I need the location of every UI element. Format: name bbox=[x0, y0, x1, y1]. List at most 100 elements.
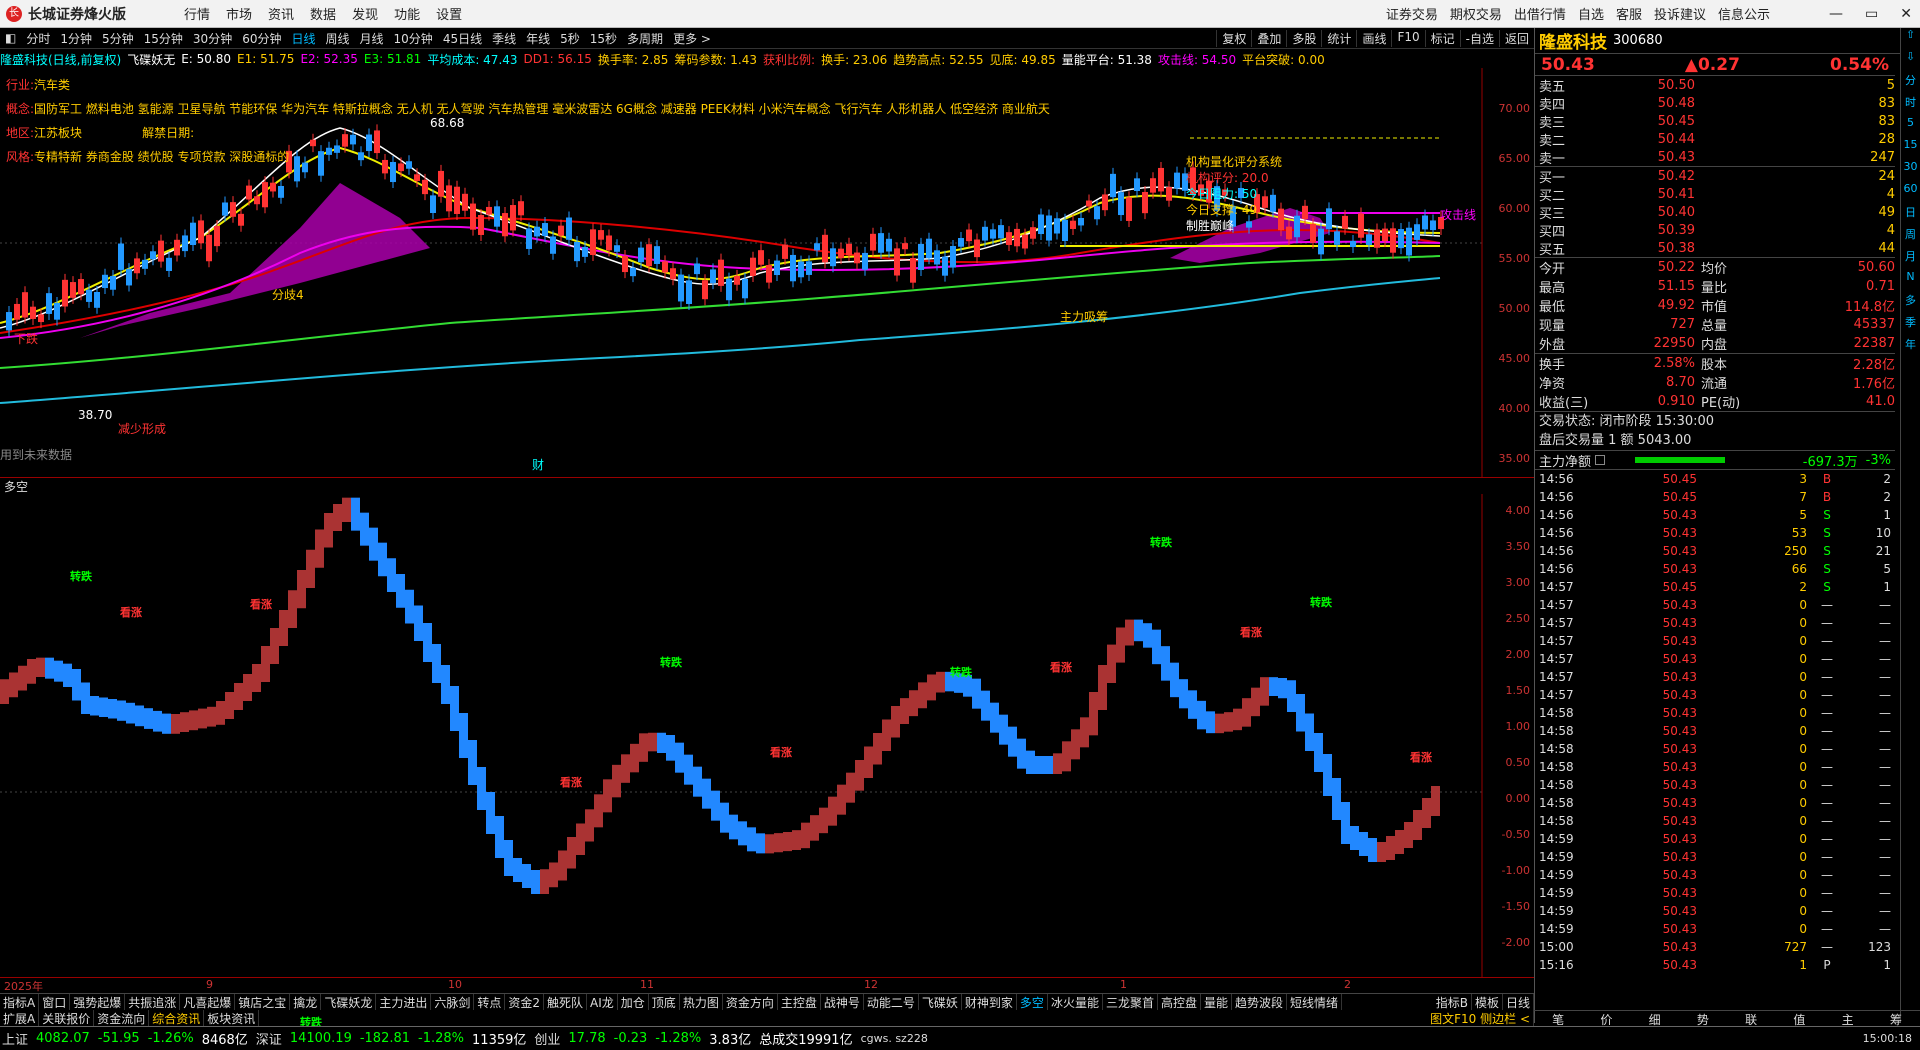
indicator-tab[interactable]: 资金方向 bbox=[723, 994, 778, 1010]
side-period-item[interactable]: ⇩ bbox=[1906, 50, 1915, 72]
indicator-tab[interactable]: 三龙聚首 bbox=[1103, 994, 1158, 1010]
period-tab[interactable]: 季线 bbox=[487, 30, 521, 47]
tool-draw[interactable]: 画线 bbox=[1356, 29, 1391, 47]
menu-stock-trade[interactable]: 证券交易 bbox=[1386, 4, 1438, 23]
indicator-name[interactable]: 飞碟妖无 bbox=[127, 51, 175, 68]
detail-tab[interactable]: 筹 bbox=[1890, 1011, 1902, 1027]
side-period-item[interactable]: 30 bbox=[1904, 160, 1918, 182]
bid-row[interactable]: 买二 50.41 4 bbox=[1535, 185, 1895, 204]
tool-adjust[interactable]: 复权 bbox=[1216, 29, 1251, 47]
menu-complaint[interactable]: 投诉建议 bbox=[1654, 4, 1706, 23]
period-tab[interactable]: 月线 bbox=[355, 30, 389, 47]
indicator-tab[interactable]: 转点 bbox=[474, 994, 506, 1010]
tool-mark[interactable]: 标记 bbox=[1424, 29, 1460, 47]
sh-label[interactable]: 上证 bbox=[2, 1029, 28, 1048]
ask-row[interactable]: 卖二 50.44 28 bbox=[1535, 130, 1895, 149]
period-tab[interactable]: 45日线 bbox=[438, 30, 487, 47]
indicator-tab-right[interactable]: 指标B bbox=[1433, 994, 1472, 1010]
period-tab[interactable]: 60分钟 bbox=[237, 30, 286, 47]
menu-news[interactable]: 资讯 bbox=[268, 4, 294, 23]
detail-tab[interactable]: 价 bbox=[1600, 1011, 1612, 1027]
side-period-item[interactable]: 多 bbox=[1905, 292, 1916, 314]
indicator-tab[interactable]: 擒龙 bbox=[290, 994, 322, 1010]
period-tab[interactable]: 10分钟 bbox=[389, 30, 438, 47]
detail-tab[interactable]: 值 bbox=[1793, 1011, 1805, 1027]
extension-tab[interactable]: 扩展A bbox=[0, 1010, 40, 1026]
extension-tab[interactable]: 资金流向 bbox=[94, 1010, 150, 1026]
period-tab[interactable]: 分时 bbox=[21, 30, 55, 47]
indicator-tab[interactable]: 飞碟妖 bbox=[919, 994, 962, 1010]
side-period-item[interactable]: 年 bbox=[1905, 336, 1916, 358]
period-tab-daily[interactable]: 日线 bbox=[286, 30, 320, 47]
menu-discover[interactable]: 发现 bbox=[352, 4, 378, 23]
indicator-tab[interactable]: 动能二号 bbox=[864, 994, 919, 1010]
detail-tab[interactable]: 主 bbox=[1842, 1011, 1854, 1027]
period-tab[interactable]: 5分钟 bbox=[97, 30, 139, 47]
menu-settings[interactable]: 设置 bbox=[436, 4, 462, 23]
menu-marketplace[interactable]: 市场 bbox=[226, 4, 252, 23]
extension-tab[interactable]: 综合资讯 bbox=[149, 1010, 205, 1026]
period-tab[interactable]: 30分钟 bbox=[188, 30, 237, 47]
side-period-item[interactable]: 周 bbox=[1905, 226, 1916, 248]
period-tab[interactable]: 多周期 bbox=[622, 30, 668, 47]
tool-stats[interactable]: 统计 bbox=[1321, 29, 1356, 47]
indicator-tab[interactable]: 量能 bbox=[1201, 994, 1232, 1010]
tool-multi[interactable]: 多股 bbox=[1286, 29, 1321, 47]
side-period-item[interactable]: 月 bbox=[1905, 248, 1916, 270]
close-button[interactable]: ✕ bbox=[1900, 6, 1912, 22]
period-tab[interactable]: 周线 bbox=[321, 30, 355, 47]
indicator-tab[interactable]: AI龙 bbox=[587, 994, 618, 1010]
indicator-tab[interactable]: 战神号 bbox=[821, 994, 864, 1010]
indicator-tab[interactable]: 趋势波段 bbox=[1232, 994, 1288, 1010]
indicator-tab[interactable]: 财神到家 bbox=[962, 994, 1017, 1010]
menu-service[interactable]: 客服 bbox=[1616, 4, 1642, 23]
detail-tab[interactable]: 笔 bbox=[1552, 1011, 1564, 1027]
indicator-tab[interactable]: 凡喜起爆 bbox=[180, 994, 236, 1010]
side-panel-toggle[interactable]: 图文F10 侧边栏 < bbox=[1427, 1010, 1534, 1026]
indicator-tab[interactable]: 高控盘 bbox=[1158, 994, 1201, 1010]
menu-disclosure[interactable]: 信息公示 bbox=[1718, 4, 1770, 23]
indicator-tab-right[interactable]: 模板 bbox=[1472, 994, 1503, 1010]
side-period-item[interactable]: 时 bbox=[1905, 94, 1916, 116]
indicator-tab[interactable]: 强势起爆 bbox=[70, 994, 126, 1010]
menu-data[interactable]: 数据 bbox=[310, 4, 336, 23]
extension-tab[interactable]: 板块资讯 bbox=[204, 1010, 260, 1026]
side-period-item[interactable]: 15 bbox=[1904, 138, 1918, 160]
panel-toggle-icon[interactable]: ◧ bbox=[0, 31, 21, 45]
indicator-tab[interactable]: 多空 bbox=[1017, 994, 1048, 1010]
tool-overlay[interactable]: 叠加 bbox=[1251, 29, 1286, 47]
period-tab[interactable]: 15秒 bbox=[585, 30, 622, 47]
bid-row[interactable]: 买五 50.38 44 bbox=[1535, 239, 1895, 258]
side-period-item[interactable]: 5 bbox=[1907, 116, 1914, 138]
indicator-tab[interactable]: 共振追涨 bbox=[125, 994, 181, 1010]
indicator-tab[interactable]: 镇店之宝 bbox=[235, 994, 291, 1010]
sz-label[interactable]: 深证 bbox=[256, 1029, 282, 1048]
ask-row[interactable]: 卖四 50.48 83 bbox=[1535, 94, 1895, 113]
cy-label[interactable]: 创业 bbox=[534, 1029, 560, 1048]
side-period-item[interactable]: 日 bbox=[1905, 204, 1916, 226]
period-tab[interactable]: 1分钟 bbox=[55, 30, 97, 47]
menu-market[interactable]: 行情 bbox=[184, 4, 210, 23]
menu-watchlist[interactable]: 自选 bbox=[1578, 4, 1604, 23]
side-period-item[interactable]: 分 bbox=[1905, 72, 1916, 94]
indicator-tab[interactable]: 六脉剑 bbox=[431, 994, 475, 1010]
side-period-item[interactable]: N bbox=[1906, 270, 1914, 292]
side-period-item[interactable]: ⇧ bbox=[1906, 28, 1915, 50]
ask-row[interactable]: 卖三 50.45 83 bbox=[1535, 112, 1895, 131]
indicator-tab[interactable]: 热力图 bbox=[680, 994, 723, 1010]
indicator-tab[interactable]: 加仓 bbox=[618, 994, 649, 1010]
bid-row[interactable]: 买三 50.40 49 bbox=[1535, 203, 1895, 222]
indicator-tab-right[interactable]: 日线 bbox=[1503, 994, 1534, 1010]
bid-row[interactable]: 买一 50.42 24 bbox=[1535, 167, 1895, 186]
side-period-item[interactable]: 60 bbox=[1904, 182, 1918, 204]
menu-functions[interactable]: 功能 bbox=[394, 4, 420, 23]
detail-tab[interactable]: 联 bbox=[1745, 1011, 1757, 1027]
flow-toggle-icon[interactable] bbox=[1595, 455, 1606, 465]
bid-row[interactable]: 买四 50.39 4 bbox=[1535, 221, 1895, 240]
detail-tab[interactable]: 势 bbox=[1697, 1011, 1709, 1027]
indicator-tab[interactable]: 主力进出 bbox=[376, 994, 432, 1010]
tool-f10[interactable]: F10 bbox=[1391, 29, 1424, 47]
menu-option-trade[interactable]: 期权交易 bbox=[1450, 4, 1502, 23]
indicator-tab[interactable]: 飞碟妖龙 bbox=[321, 994, 377, 1010]
ask-row[interactable]: 卖一 50.43 247 bbox=[1535, 148, 1895, 167]
